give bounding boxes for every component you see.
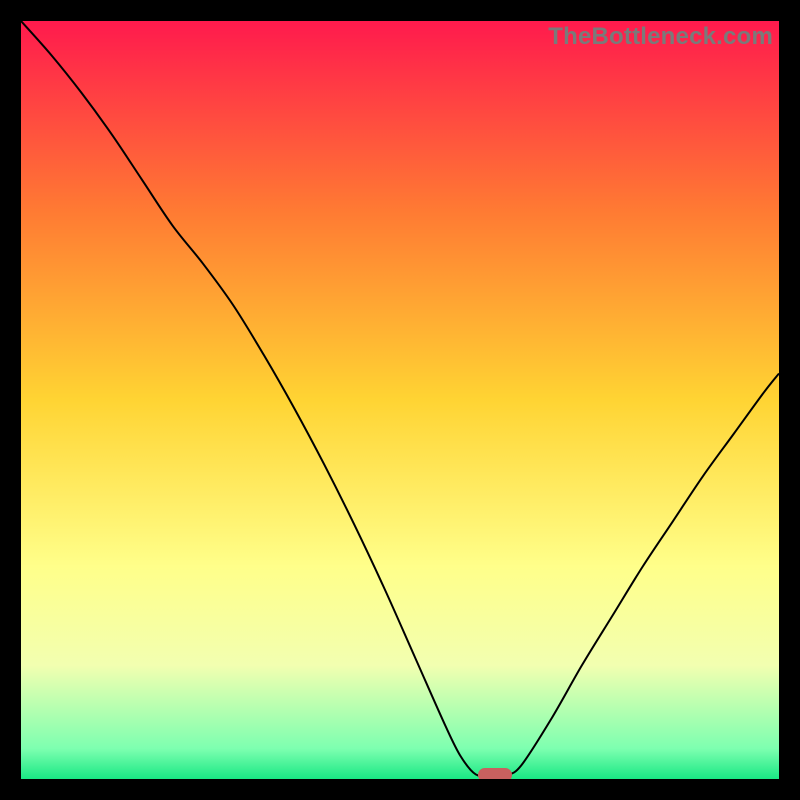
plot-area: TheBottleneck.com xyxy=(21,21,779,779)
optimal-marker xyxy=(478,768,512,779)
bottleneck-curve xyxy=(21,21,779,779)
chart-frame: TheBottleneck.com xyxy=(0,0,800,800)
watermark-text: TheBottleneck.com xyxy=(548,23,773,51)
